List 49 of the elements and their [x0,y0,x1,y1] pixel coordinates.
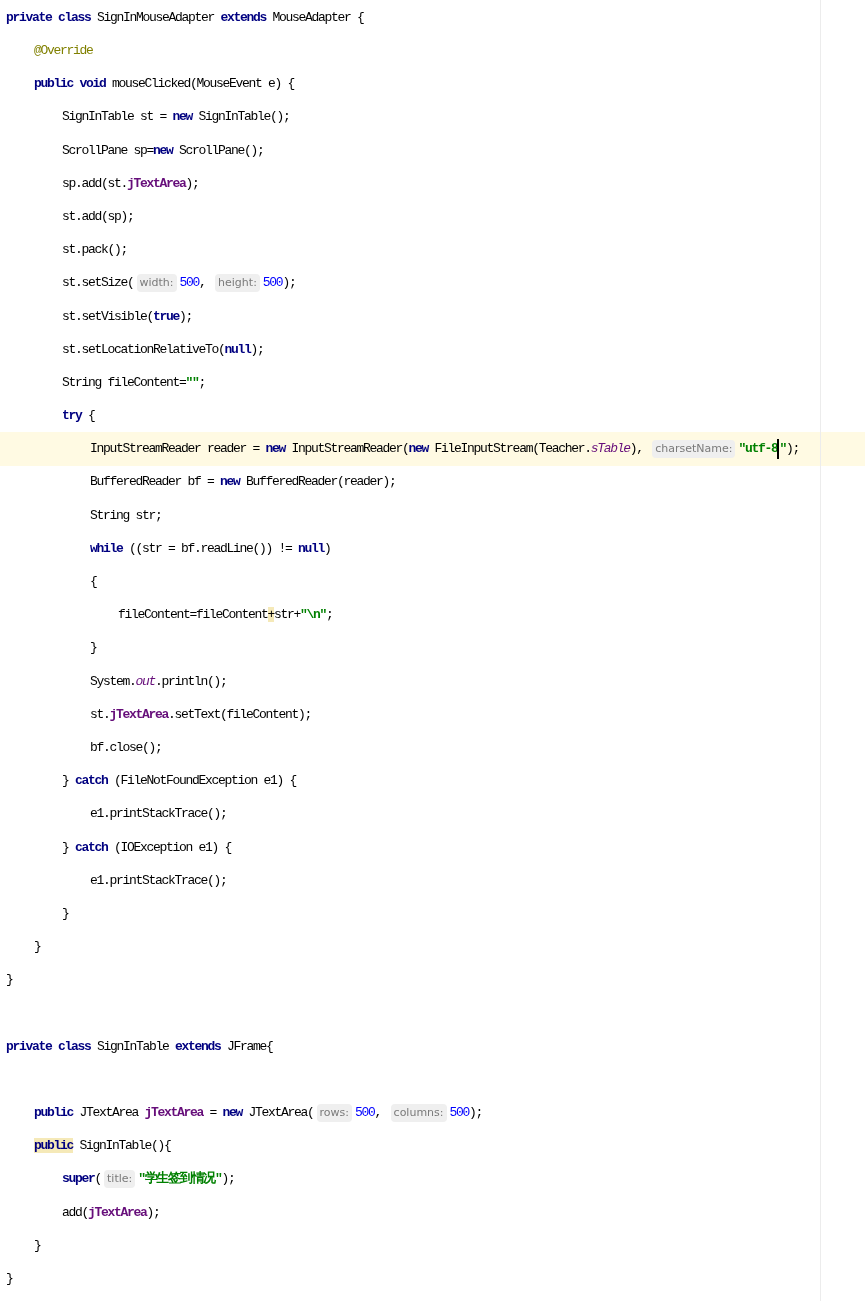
code-line: } [34,1236,41,1255]
code-text: InputStreamReader reader = new InputStreamReader(new FileInputStream(Teacher.sTable), [90,440,644,459]
code-line: st.setLocationRelativeTo(null); [62,340,264,359]
inlay-hint: width: [136,273,177,293]
code-text: "utf-8"); [738,439,799,460]
code-line: st.jTextArea.setText(fileContent); [90,705,312,724]
code-text: super( [62,1170,102,1189]
code-line: st.add(sp); [62,207,134,226]
code-line: @Override [34,42,93,61]
code-line: } catch (FileNotFoundException e1) { [62,772,297,791]
code-line: } [6,971,13,990]
code-line: add(jTextArea); [62,1203,160,1222]
code-line: public SignInTable(){ [34,1137,171,1156]
code-line: try { [62,407,95,426]
code-line: } [90,639,97,658]
code-line: private class SignInMouseAdapter extends MouseAdapter { [6,8,364,27]
code-text: 500); [449,1104,483,1123]
code-line: ScrollPane sp=new ScrollPane(); [62,141,264,160]
code-text: st.setSize( [62,274,134,293]
code-line: String fileContent=""; [62,373,206,392]
code-line: st.pack(); [62,241,127,260]
code-text: "学生签到情况"); [138,1170,235,1189]
code-line: } [6,1269,13,1288]
code-text: 500, [355,1104,383,1123]
code-line: while ((str = bf.readLine()) != null) [90,539,331,558]
code-text: 500, [179,274,207,293]
code-text: public JTextArea jTextArea = new JTextArea( [34,1104,314,1123]
inlay-hint: charsetName: [652,439,736,459]
code-line: sp.add(st.jTextArea); [62,174,199,193]
inlay-hint: rows: [316,1103,353,1123]
code-line: fileContent=fileContent+str+"\n"; [118,606,333,625]
code-text: 500); [262,274,296,293]
code-line: } [62,904,69,923]
code-line: BufferedReader bf = new BufferedReader(reader); [90,473,396,492]
code-line: public void mouseClicked(MouseEvent e) { [34,75,295,94]
code-line: st.setVisible(true); [62,307,193,326]
code-line: String str; [90,506,162,525]
code-line: private class SignInTable extends JFrame{ [6,1037,273,1056]
code-line: } catch (IOException e1) { [62,838,232,857]
inlay-hint: height: [215,273,260,293]
code-line: { [90,573,97,592]
code-line: } [34,938,41,957]
code-line: System.out.println(); [90,672,227,691]
inlay-hint: columns: [390,1103,447,1123]
code-line: e1.printStackTrace(); [90,805,227,824]
code-line: SignInTable st = new SignInTable(); [62,108,290,127]
code-line: bf.close(); [90,738,162,757]
inlay-hint: title: [104,1169,136,1189]
code-line: e1.printStackTrace(); [90,871,227,890]
